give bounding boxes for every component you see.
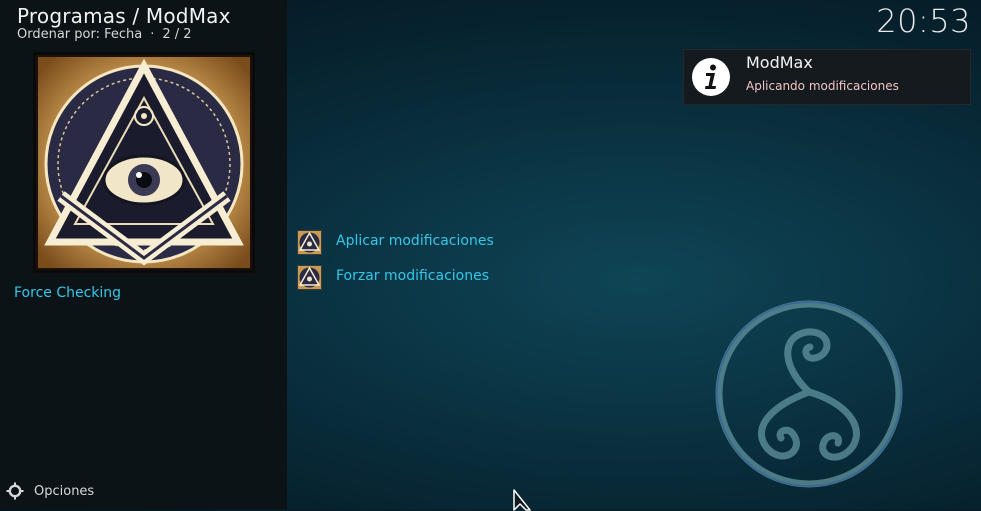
masonic-eye-artwork [36, 55, 252, 270]
separator: · [150, 27, 155, 42]
sort-label[interactable]: Ordenar por: Fecha [17, 27, 142, 42]
gear-icon [6, 482, 24, 500]
notification-message: Aplicando modificaciones [746, 79, 899, 93]
notification-toast: ModMax Aplicando modificaciones [683, 49, 971, 105]
selected-item-label: Force Checking [14, 285, 122, 301]
item-count: 2 / 2 [162, 27, 192, 42]
left-panel: Programas / ModMax Ordenar por: Fecha · 2 … [0, 0, 287, 509]
triskelion-watermark-icon [715, 300, 903, 488]
options-label: Opciones [34, 483, 95, 499]
program-list: Aplicar modificaciones Forzar modificaci… [297, 229, 627, 299]
list-item[interactable]: Forzar modificaciones [297, 264, 627, 299]
masonic-eye-icon [297, 230, 322, 255]
info-icon [692, 58, 730, 96]
masonic-eye-icon [297, 265, 322, 290]
options-button[interactable]: Opciones [6, 482, 94, 500]
page-title: Programas / ModMax [17, 4, 231, 28]
list-item-label: Forzar modificaciones [336, 268, 490, 284]
clock: 20:53 [876, 2, 971, 40]
list-item[interactable]: Aplicar modificaciones [297, 229, 627, 264]
sort-info: Ordenar por: Fecha · 2 / 2 [17, 27, 192, 42]
notification-title: ModMax [746, 53, 813, 72]
list-item-label: Aplicar modificaciones [336, 233, 494, 249]
mouse-pointer-icon [513, 489, 531, 511]
addon-thumbnail [33, 52, 255, 273]
